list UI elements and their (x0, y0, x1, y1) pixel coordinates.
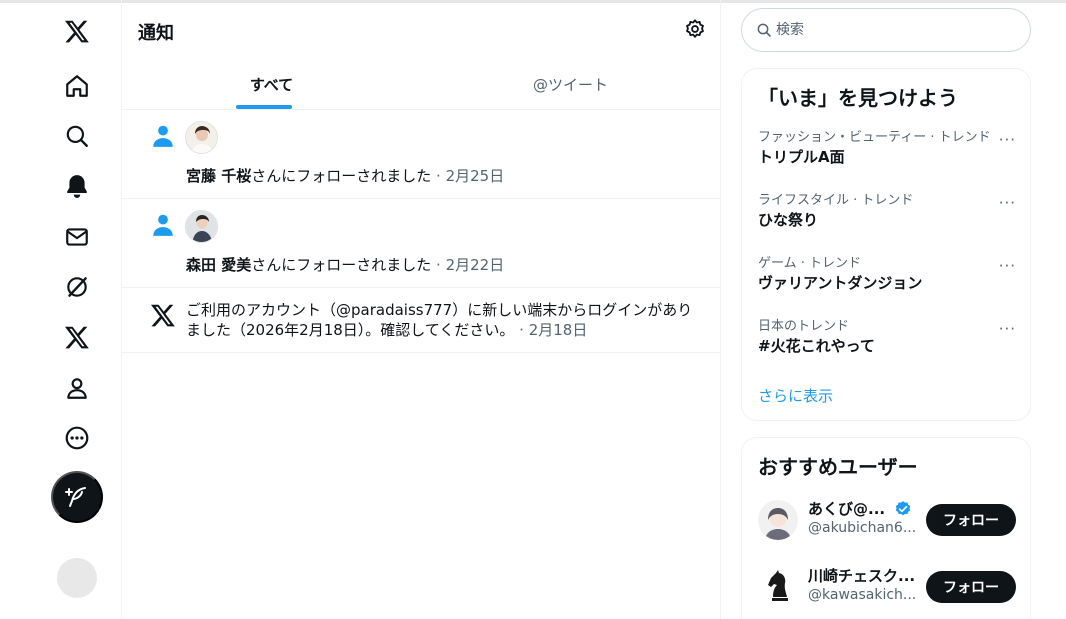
notification-message: さんにフォローされました (251, 256, 432, 274)
notification-text: 宮藤 千桜さんにフォローされました · 2月25日 (186, 166, 504, 186)
user-name[interactable]: 森田 (186, 256, 216, 274)
search-box[interactable] (741, 8, 1031, 52)
follow-person-icon (153, 214, 173, 236)
user-name[interactable]: 宮藤 (186, 167, 216, 185)
show-more-link[interactable]: さらに表示 (758, 385, 833, 406)
notification-message: さんにフォローされました (251, 167, 432, 185)
trend-name: トリプルA面 (758, 148, 845, 166)
home-icon[interactable] (52, 61, 102, 111)
user-name[interactable]: 千桜 (221, 167, 251, 185)
more-icon[interactable] (52, 413, 102, 463)
settings-gear-icon[interactable] (684, 18, 706, 40)
profile-icon[interactable] (52, 363, 102, 413)
user-name[interactable]: 愛美 (221, 256, 251, 274)
x-logo-icon[interactable] (52, 6, 102, 56)
user-handle: @akubichan6... (808, 520, 917, 536)
more-options-icon[interactable]: ··· (999, 257, 1016, 275)
user-display-name: 川崎チェスク... (808, 567, 916, 585)
more-options-icon[interactable]: ··· (999, 194, 1016, 212)
notification-date: · 2月18日 (514, 321, 588, 339)
avatar[interactable] (185, 121, 218, 154)
messages-icon[interactable] (52, 212, 102, 262)
avatar[interactable] (185, 210, 218, 243)
follow-button[interactable]: フォロー (926, 571, 1016, 603)
notifications-icon[interactable] (52, 161, 102, 211)
explore-icon[interactable] (52, 111, 102, 161)
user-handle: @kawasakich... (808, 587, 917, 603)
verified-badge-icon (895, 501, 911, 516)
trend-item[interactable]: ライフスタイル · トレンド ひな祭り ··· (758, 192, 1016, 232)
notification-message: ご利用のアカウント（@paradaiss777）に新しい端末からログインがありま… (186, 301, 693, 339)
notification-item[interactable]: 宮藤 千桜さんにフォローされました · 2月25日 (122, 110, 720, 199)
primary-nav (0, 0, 122, 619)
more-options-icon[interactable]: ··· (999, 320, 1016, 338)
trend-item[interactable]: ゲーム · トレンド ヴァリアントダンジョン ··· (758, 255, 1016, 295)
more-options-icon[interactable]: ··· (999, 131, 1016, 149)
tab-all[interactable]: すべて (122, 58, 421, 110)
trend-category: ゲーム · トレンド (758, 256, 862, 271)
notification-date: · 2月22日 (431, 256, 505, 274)
premium-x-icon[interactable] (52, 312, 102, 362)
user-display-name: あくび@... (808, 500, 886, 518)
notification-text: ご利用のアカウント（@paradaiss777）に新しい端末からログインがありま… (186, 300, 706, 340)
avatar[interactable] (758, 567, 798, 607)
notification-text: 森田 愛美さんにフォローされました · 2月22日 (186, 255, 504, 275)
follow-person-icon (153, 125, 173, 147)
trends-card: 「いま」を見つけよう ファッション・ビューティー · トレンド トリプルA面 ·… (741, 68, 1031, 421)
compose-post-button[interactable] (51, 471, 103, 523)
account-avatar[interactable] (57, 558, 97, 598)
notifications-column: 通知 すべて @ツイート 宮藤 千桜さんにフォローされました · 2月25日 森… (122, 0, 721, 619)
suggested-user[interactable]: 川崎チェスク... @kawasakich... フォロー (758, 563, 1016, 611)
suggested-user[interactable]: あくび@... @akubichan6... フォロー (758, 496, 1016, 544)
trend-category: ライフスタイル · トレンド (758, 193, 914, 208)
grok-icon[interactable] (52, 262, 102, 312)
avatar[interactable] (758, 500, 798, 540)
trend-name: ひな祭り (758, 211, 819, 229)
notification-item[interactable]: ご利用のアカウント（@paradaiss777）に新しい端末からログインがありま… (122, 288, 720, 353)
x-logo-icon (150, 304, 175, 327)
who-to-follow-card: おすすめユーザー あくび@... @akubichan6... フォロー 川崎チ… (741, 437, 1031, 619)
chess-knight-icon (758, 567, 798, 607)
notification-date: · 2月25日 (431, 167, 505, 185)
trend-item[interactable]: 日本のトレンド #火花これやって ··· (758, 318, 1016, 358)
search-input[interactable] (776, 19, 1016, 41)
notification-item[interactable]: 森田 愛美さんにフォローされました · 2月22日 (122, 199, 720, 288)
trend-category: ファッション・ビューティー · トレンド (758, 130, 991, 145)
search-icon (757, 23, 771, 37)
trend-item[interactable]: ファッション・ビューティー · トレンド トリプルA面 ··· (758, 129, 1016, 169)
suggestions-title: おすすめユーザー (758, 455, 918, 479)
feather-icon (65, 487, 86, 507)
active-tab-indicator (236, 105, 292, 109)
notification-tabs: すべて @ツイート (122, 58, 720, 110)
trend-name: #火花これやって (758, 337, 875, 355)
tab-mentions[interactable]: @ツイート (421, 58, 720, 110)
trend-name: ヴァリアントダンジョン (758, 274, 923, 292)
trends-title: 「いま」を見つけよう (758, 86, 958, 110)
page-title: 通知 (138, 23, 174, 44)
page-header: 通知 (122, 3, 720, 57)
trend-category: 日本のトレンド (758, 319, 850, 334)
follow-button[interactable]: フォロー (926, 504, 1016, 536)
